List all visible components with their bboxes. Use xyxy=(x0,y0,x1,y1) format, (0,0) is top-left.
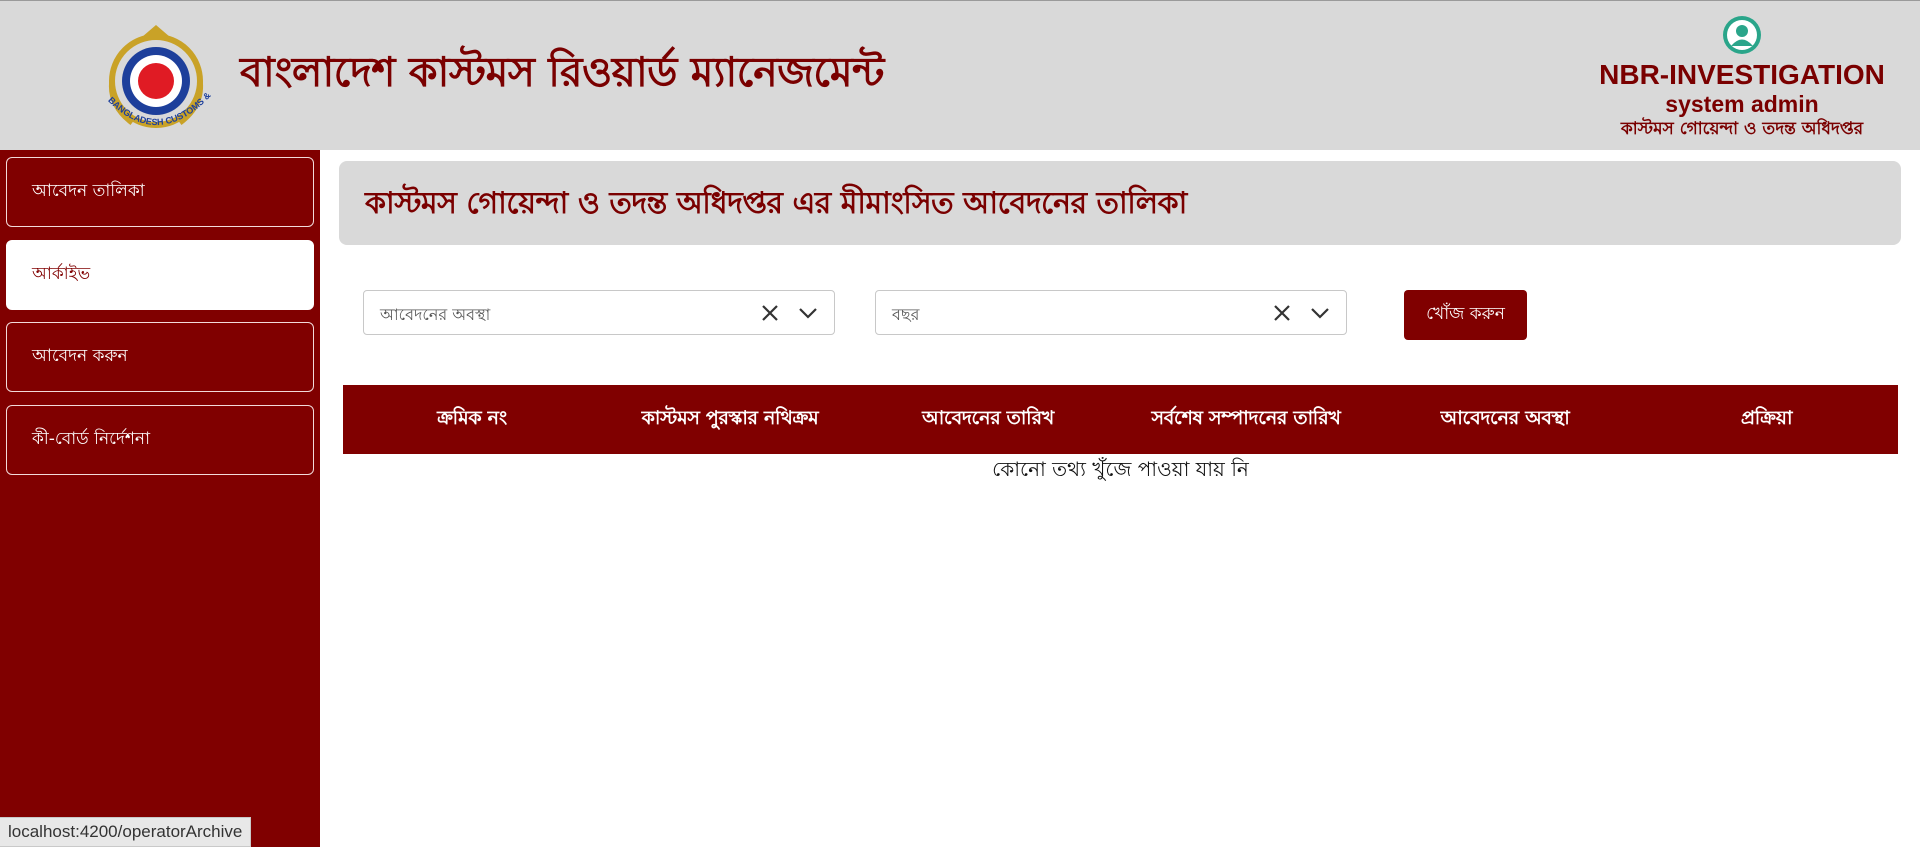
empty-table-message: কোনো তথ্য খুঁজে পাওয়া যায় নি xyxy=(992,457,1249,481)
chevron-down-icon[interactable] xyxy=(796,301,820,325)
sidebar: আবেদন তালিকা আর্কাইভ আবেদন করুন কী-বোর্ড… xyxy=(0,150,320,847)
column-header-serial: ক্রমিক নং xyxy=(437,406,507,429)
sidebar-item-keyboard-guide[interactable]: কী-বোর্ড নির্দেশনা xyxy=(6,405,314,475)
app-title: বাংলাদেশ কাস্টমস রিওয়ার্ড ম্যানেজমেন্ট xyxy=(240,48,884,96)
table-header: ক্রমিক নং কাস্টমস পুরস্কার নথিক্রম আবেদন… xyxy=(343,385,1898,454)
column-header-process: প্রক্রিয়া xyxy=(1740,406,1793,429)
user-role: system admin xyxy=(1665,91,1819,117)
page-title-box: কাস্টমস গোয়েন্দা ও তদন্ত অধিদপ্তর এর মী… xyxy=(339,161,1901,245)
app-header: BANGLADESH CUSTOMS & VAT বাংলাদেশ কাস্টম… xyxy=(0,0,1920,150)
column-header-reward-file: কাস্টমস পুরস্কার নথিক্রম xyxy=(641,406,819,429)
sidebar-item-label: আবেদন করুন xyxy=(32,346,128,366)
status-bar-url: localhost:4200/operatorArchive xyxy=(0,817,252,847)
sidebar-item-label: আর্কাইভ xyxy=(32,264,91,284)
clear-icon[interactable] xyxy=(758,301,782,325)
page-title: কাস্টমস গোয়েন্দা ও তদন্ত অধিদপ্তর এর মী… xyxy=(365,186,1187,221)
status-select[interactable]: আবেদনের অবস্থা xyxy=(363,290,835,335)
sidebar-item-label: আবেদন তালিকা xyxy=(32,181,145,201)
status-select-placeholder: আবেদনের অবস্থা xyxy=(380,305,491,324)
sidebar-item-archive[interactable]: আর্কাইভ xyxy=(6,240,314,310)
sidebar-item-application-list[interactable]: আবেদন তালিকা xyxy=(6,157,314,227)
user-info: NBR-INVESTIGATION system admin কাস্টমস গ… xyxy=(1582,15,1902,141)
column-header-application-date: আবেদনের তারিখ xyxy=(922,406,1054,429)
user-avatar-icon[interactable] xyxy=(1722,15,1762,55)
user-department: কাস্টমস গোয়েন্দা ও তদন্ত অধিদপ্তর xyxy=(1620,119,1864,139)
org-name: NBR-INVESTIGATION xyxy=(1599,59,1885,90)
column-header-status: আবেদনের অবস্থা xyxy=(1440,406,1570,429)
year-select[interactable]: বছর xyxy=(875,290,1347,335)
clear-icon[interactable] xyxy=(1270,301,1294,325)
customs-logo-icon: BANGLADESH CUSTOMS & VAT xyxy=(98,23,213,128)
sidebar-item-label: কী-বোর্ড নির্দেশনা xyxy=(32,429,151,449)
sidebar-item-apply[interactable]: আবেদন করুন xyxy=(6,322,314,392)
search-button[interactable]: খোঁজ করুন xyxy=(1404,290,1527,340)
column-header-last-edit-date: সর্বশেষ সম্পাদনের তারিখ xyxy=(1151,406,1341,429)
chevron-down-icon[interactable] xyxy=(1308,301,1332,325)
year-select-placeholder: বছর xyxy=(892,305,920,324)
